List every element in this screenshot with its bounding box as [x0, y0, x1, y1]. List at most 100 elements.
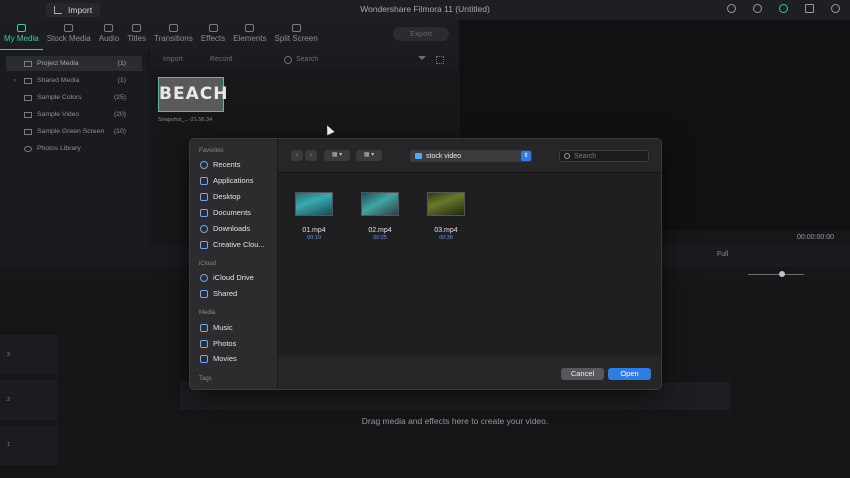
elements-icon — [245, 24, 255, 32]
library-label: Project Media — [37, 60, 79, 67]
applications-icon — [200, 176, 208, 185]
zoom-slider[interactable] — [748, 274, 804, 275]
sidebar-item-music[interactable]: Music — [200, 323, 233, 332]
sidebar-item-label: Applications — [213, 176, 254, 185]
folder-icon — [24, 60, 32, 67]
tab-effects[interactable]: Effects — [197, 20, 229, 50]
desktop-icon — [200, 192, 208, 201]
music-icon — [200, 323, 208, 332]
track-number: 3 — [7, 352, 11, 358]
back-button[interactable]: ‹ — [291, 150, 303, 161]
tab-my-media[interactable]: My Media — [0, 20, 43, 50]
tab-elements[interactable]: Elements — [229, 20, 270, 50]
sidebar-item-applications[interactable]: Applications — [200, 176, 253, 185]
tab-titles[interactable]: Titles — [123, 20, 150, 50]
title-icon — [132, 24, 142, 32]
filter-icon[interactable] — [418, 56, 426, 64]
library-label: Photos Library — [37, 145, 81, 152]
path-popup[interactable]: stock video ⇕ — [410, 150, 532, 162]
chevron-right-icon[interactable]: › — [14, 78, 16, 84]
library-count: (10) — [113, 128, 126, 135]
tab-label: Stock Media — [46, 34, 91, 43]
tab-label: Elements — [233, 34, 267, 43]
sync-icon[interactable] — [779, 4, 788, 13]
media-caption: Snapshot_...-21.56.34 — [158, 117, 213, 123]
tab-stock-media[interactable]: Stock Media — [43, 20, 95, 50]
photos-icon — [24, 145, 32, 152]
folder-icon — [24, 94, 32, 101]
record-dropdown[interactable]: Record — [210, 56, 233, 63]
forward-button[interactable]: › — [305, 150, 317, 161]
timecode: 00:00:00:00 — [797, 234, 834, 241]
icon-view-button[interactable]: ▦ ▾ — [324, 150, 350, 161]
media-search-input[interactable]: Search — [296, 56, 318, 63]
file-name: 03.mp4 — [434, 227, 458, 234]
file-item[interactable]: 03.mp4 00:36 — [419, 192, 473, 241]
sidebar-item-creative-cloud[interactable]: Creative Clou... — [200, 240, 265, 249]
file-item[interactable]: 02.mp4 00:25 — [353, 192, 407, 241]
library-count: (1) — [117, 77, 126, 84]
sidebar-item-desktop[interactable]: Desktop — [200, 192, 241, 201]
quality-select[interactable]: Full — [717, 251, 728, 258]
file-name: 01.mp4 — [302, 227, 326, 234]
library-item-shared-media[interactable]: › Shared Media (1) — [6, 73, 142, 88]
file-duration: 00:25 — [373, 235, 387, 241]
library-item-sample-green-screen[interactable]: Sample Green Screen (10) — [6, 124, 142, 139]
tab-audio[interactable]: Audio — [95, 20, 123, 50]
library-item-photos-library[interactable]: Photos Library — [6, 141, 142, 156]
sidebar-item-icloud-drive[interactable]: iCloud Drive — [200, 273, 254, 282]
open-button[interactable]: Open — [608, 368, 651, 380]
sidebar-item-label: Desktop — [213, 192, 241, 201]
cancel-button[interactable]: Cancel — [561, 368, 604, 380]
video-thumbnail — [295, 192, 333, 216]
dialog-sidebar: Favorites Recents Applications Desktop D… — [190, 139, 278, 389]
sidebar-item-label: Recents — [213, 160, 241, 169]
account-icon[interactable] — [753, 4, 762, 13]
user-icon[interactable] — [831, 4, 840, 13]
folder-icon — [415, 153, 422, 159]
group-view-button[interactable]: ▦ ▾ — [356, 150, 382, 161]
shared-folder-icon — [200, 289, 208, 298]
file-name: 02.mp4 — [368, 227, 392, 234]
sidebar-item-label: Music — [213, 323, 233, 332]
mouse-cursor — [323, 123, 335, 136]
effects-icon — [208, 24, 218, 32]
path-label: stock video — [426, 152, 462, 160]
sidebar-item-label: Downloads — [213, 224, 251, 233]
import-dropdown[interactable]: Import — [163, 56, 183, 63]
media-thumbnail[interactable]: BEACH — [158, 77, 227, 112]
folder-icon — [16, 24, 26, 32]
sidebar-item-downloads[interactable]: Downloads — [200, 224, 250, 233]
message-icon[interactable] — [805, 4, 814, 13]
sidebar-item-photos[interactable]: Photos — [200, 339, 236, 348]
tab-split-screen[interactable]: Split Screen — [271, 20, 322, 50]
file-item[interactable]: 01.mp4 00:10 — [287, 192, 341, 241]
dialog-search-input[interactable]: Search — [559, 150, 649, 162]
top-right-icons — [727, 4, 840, 13]
sidebar-item-movies[interactable]: Movies — [200, 354, 237, 363]
tab-label: Titles — [127, 34, 147, 43]
sidebar-item-recents[interactable]: Recents — [200, 160, 241, 169]
export-button[interactable]: Export — [393, 27, 449, 41]
tab-transitions[interactable]: Transitions — [150, 20, 197, 50]
sidebar-item-shared[interactable]: Shared — [200, 289, 237, 298]
library-item-project-media[interactable]: Project Media (1) — [6, 56, 142, 71]
library-count: (1) — [117, 60, 126, 67]
library-item-sample-colors[interactable]: Sample Colors (25) — [6, 90, 142, 105]
library-item-sample-video[interactable]: Sample Video (20) — [6, 107, 142, 122]
stock-icon — [64, 24, 74, 32]
download-icon — [200, 224, 208, 233]
sidebar-item-documents[interactable]: Documents — [200, 208, 251, 217]
library-count: (25) — [113, 94, 126, 101]
cloud-icon[interactable] — [727, 4, 736, 13]
folder-icon — [24, 128, 32, 135]
drop-hint: Drag media and effects here to create yo… — [361, 416, 549, 426]
sidebar-item-label: Shared — [213, 289, 238, 298]
section-favorites: Favorites — [199, 148, 224, 154]
app-title: Wondershare Filmora 11 (Untitled) — [360, 4, 490, 14]
zoom-slider-handle[interactable] — [779, 271, 785, 277]
folder-icon — [24, 111, 32, 118]
file-browser: 01.mp4 00:10 02.mp4 00:25 03.mp4 00:36 — [278, 173, 661, 356]
grid-view-icon[interactable] — [436, 56, 444, 64]
section-media: Media — [199, 310, 216, 316]
